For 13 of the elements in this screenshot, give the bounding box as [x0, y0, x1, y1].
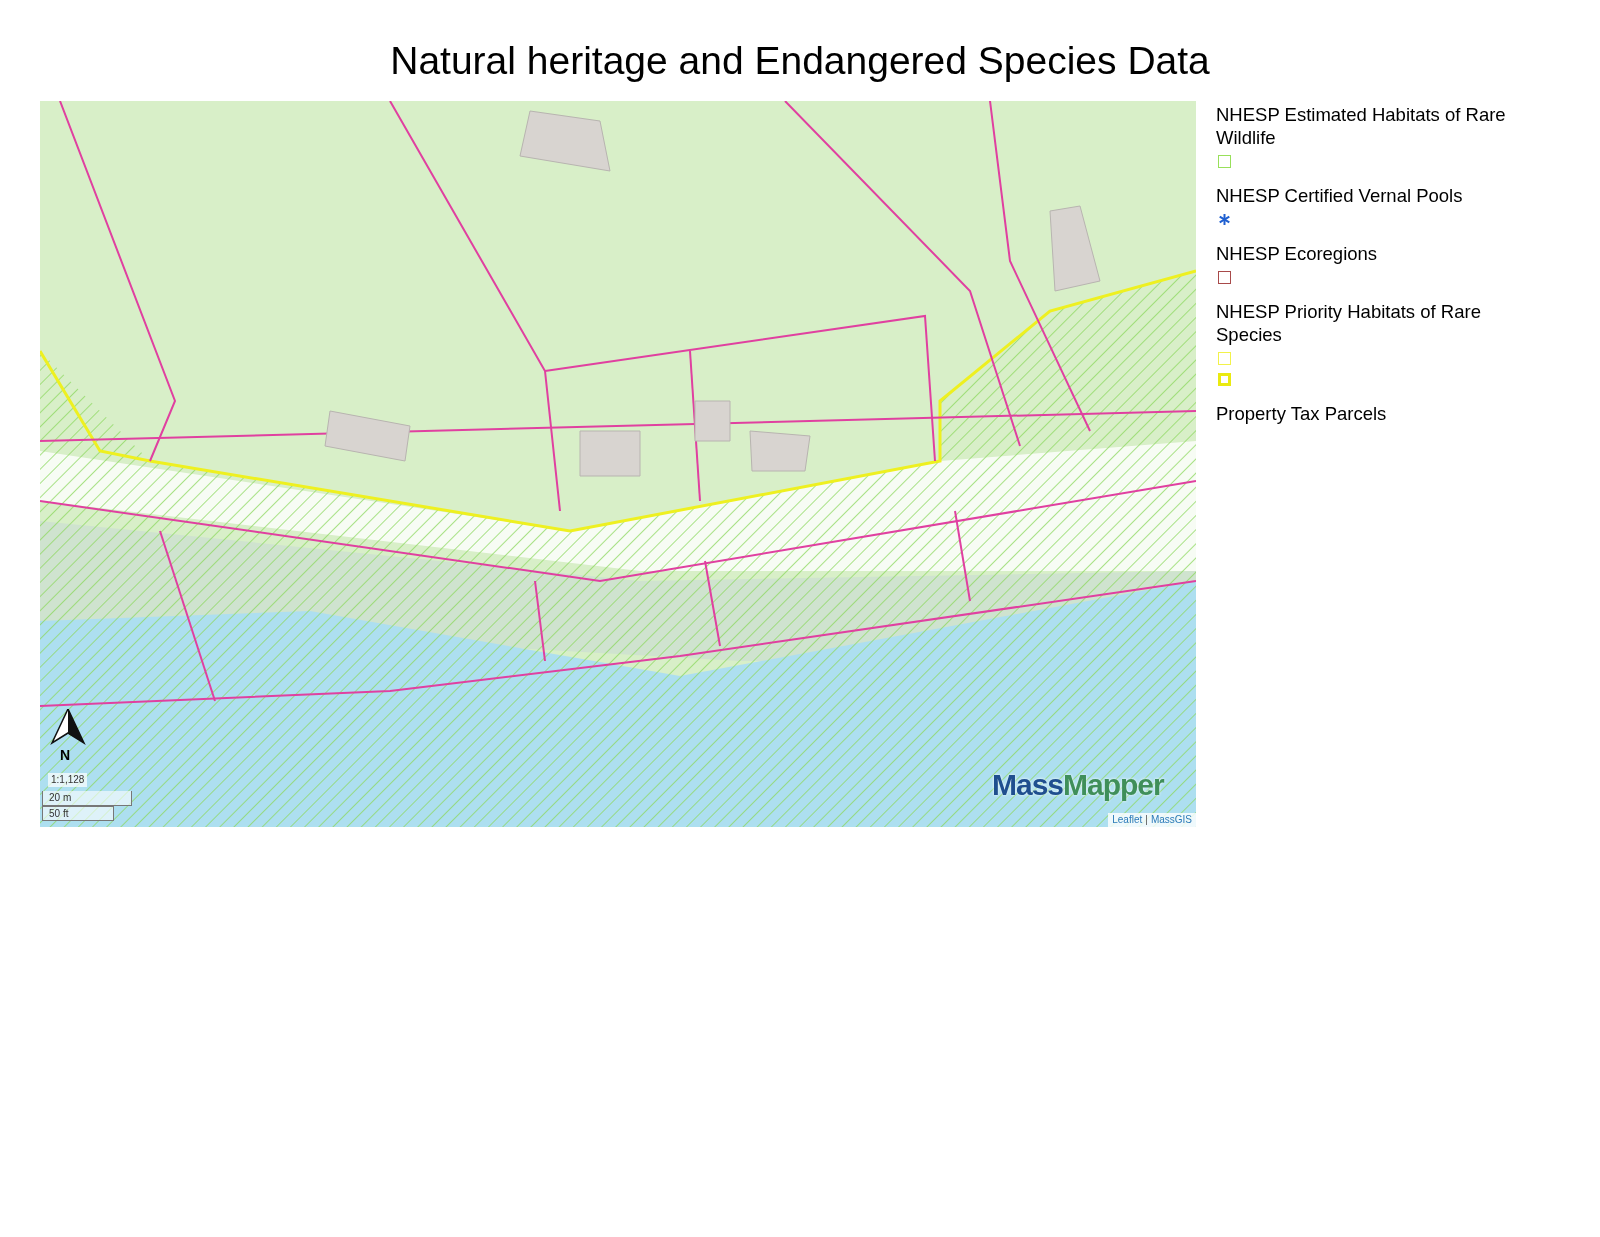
page-title: Natural heritage and Endangered Species Data — [389, 38, 1211, 84]
massgis-link[interactable]: MassGIS — [1150, 813, 1192, 827]
legend-label: Property Tax Parcels — [1216, 402, 1388, 425]
leaflet-link[interactable]: Leaflet — [1112, 813, 1143, 827]
scale-ratio: 1:1,128 — [48, 773, 88, 787]
scale-metric-label: 20 m — [42, 791, 132, 806]
legend-label: NHESP Ecoregions — [1216, 242, 1379, 265]
legend-label: NHESP Certified Vernal Pools — [1216, 184, 1464, 207]
legend-label: NHESP Priority Habitats of Rare Species — [1216, 300, 1482, 346]
attribution-separator: | — [1145, 813, 1148, 827]
scale-imperial-label: 50 ft — [42, 806, 114, 821]
north-label: N — [60, 747, 71, 763]
legend-label: NHESP Estimated Habitats of Rare Wildlife — [1216, 103, 1507, 149]
